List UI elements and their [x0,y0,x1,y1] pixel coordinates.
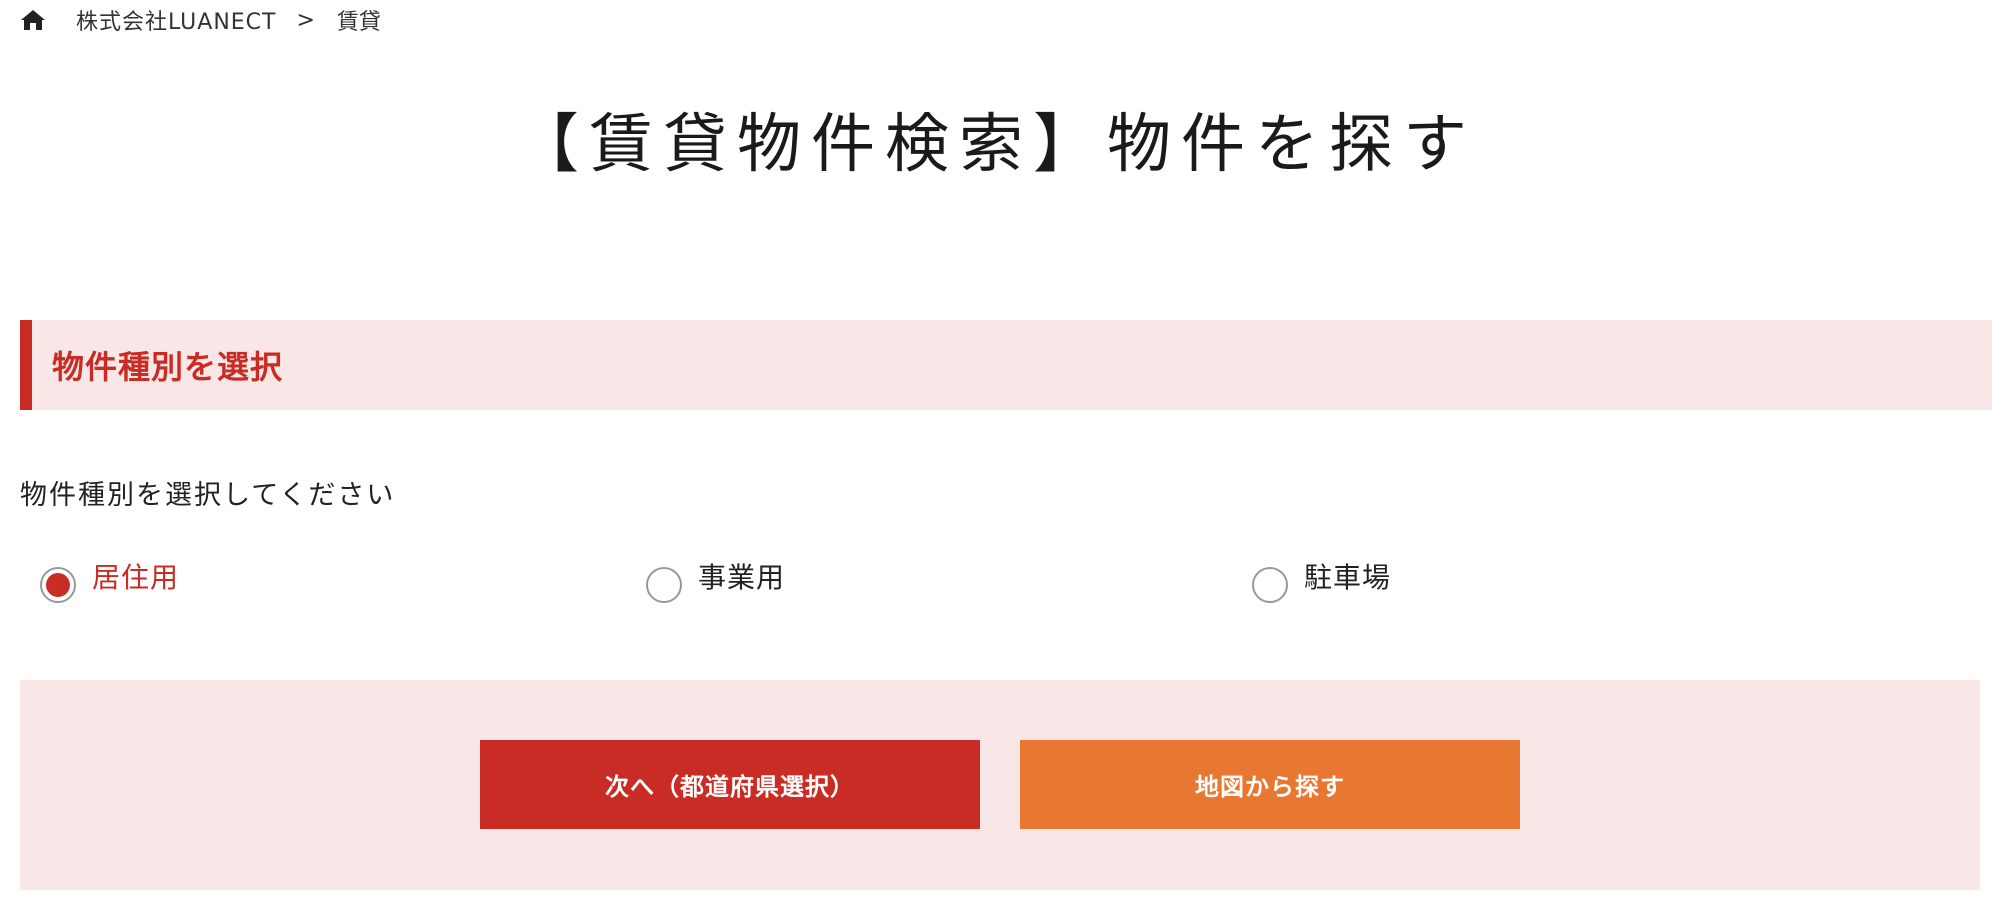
radio-option-residential[interactable]: 居住用 [40,557,179,603]
home-icon[interactable] [20,7,46,33]
radio-button-business[interactable] [646,567,682,603]
next-prefecture-button[interactable]: 次へ（都道府県選択） [480,740,980,829]
property-type-radio-group: 居住用 事業用 駐車場 [0,557,1992,613]
breadcrumb-separator: > [296,7,315,33]
breadcrumb-current: 賃貸 [336,10,381,35]
instruction-text: 物件種別を選択してください [20,480,396,511]
radio-button-parking[interactable] [1252,567,1288,603]
section-title: 物件種別を選択 [52,348,284,386]
radio-label-parking: 駐車場 [1304,561,1392,594]
breadcrumb-company-link[interactable]: 株式会社LUANECT [76,4,276,36]
breadcrumb: 株式会社LUANECT > 賃貸 [20,4,381,36]
search-by-map-button[interactable]: 地図から探す [1020,740,1520,829]
action-panel: 次へ（都道府県選択） 地図から探す [20,680,1980,890]
radio-button-residential[interactable] [40,567,76,603]
page-title: 【賃貸物件検索】物件を探す [515,108,1477,182]
section-header: 物件種別を選択 [20,320,1992,410]
radio-option-business[interactable]: 事業用 [646,557,785,603]
radio-option-parking[interactable]: 駐車場 [1252,557,1391,603]
radio-label-business: 事業用 [698,561,786,594]
page: 株式会社LUANECT > 賃貸 【賃貸物件検索】物件を探す 物件種別を選択 物… [0,0,1992,914]
radio-label-residential: 居住用 [92,561,180,594]
